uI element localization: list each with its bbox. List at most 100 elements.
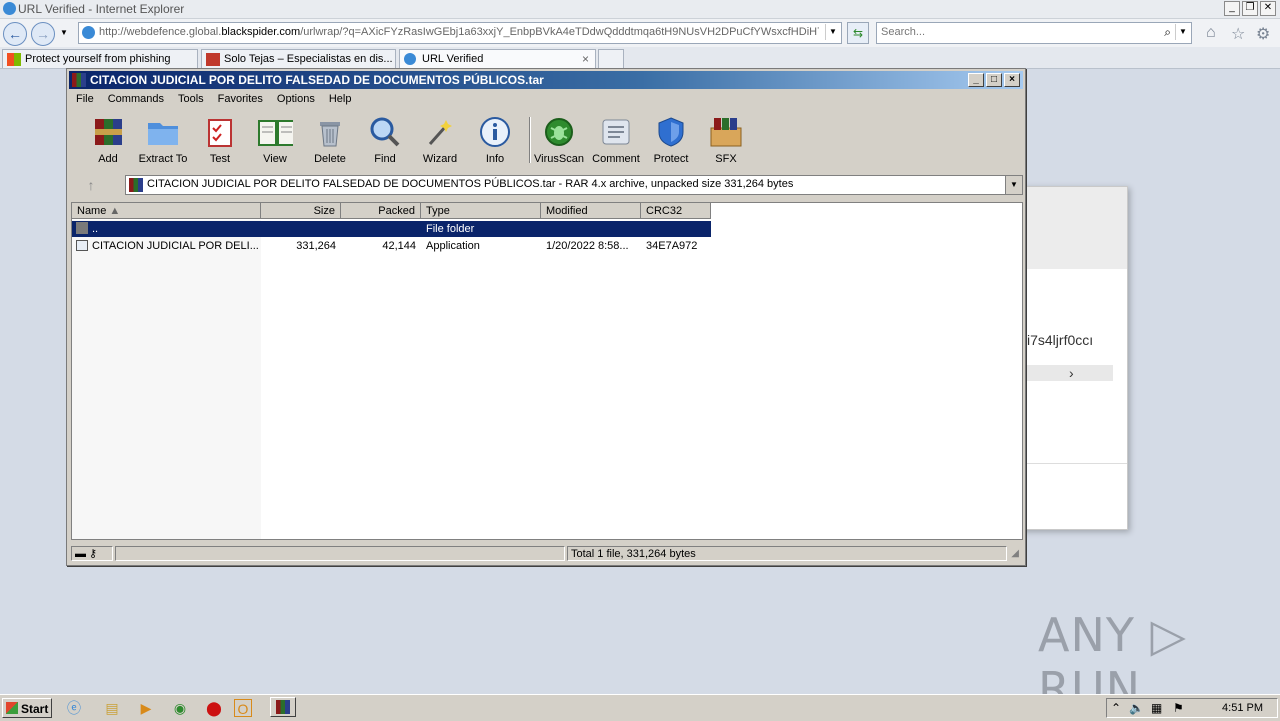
- resize-grip-icon[interactable]: ◢: [1011, 548, 1019, 559]
- minimize-button[interactable]: _: [1224, 1, 1240, 16]
- table-row[interactable]: CITACION JUDICIAL POR DELI... 331,264 42…: [72, 238, 711, 254]
- recent-pages-dropdown-icon[interactable]: ▼: [60, 28, 68, 37]
- flag-icon[interactable]: ⚑: [1173, 701, 1184, 715]
- delete-button[interactable]: Delete: [303, 115, 357, 165]
- opera-taskbar-icon[interactable]: ⬤: [204, 699, 224, 717]
- menu-bar: File Commands Tools Favorites Options He…: [69, 90, 358, 108]
- site-favicon-icon: [206, 53, 220, 66]
- divider: [1027, 463, 1127, 464]
- menu-commands[interactable]: Commands: [101, 90, 171, 108]
- ie-taskbar-icon[interactable]: ⓔ: [64, 699, 84, 717]
- clock[interactable]: 4:51 PM: [1222, 702, 1263, 714]
- winrar-icon: [276, 700, 290, 714]
- gear-icon[interactable]: ⚙: [1256, 24, 1270, 44]
- start-button[interactable]: Start: [2, 698, 52, 718]
- column-size[interactable]: Size: [261, 203, 341, 219]
- back-button[interactable]: ←: [3, 22, 27, 46]
- info-button[interactable]: Info: [468, 115, 522, 165]
- test-button[interactable]: Test: [193, 115, 247, 165]
- tab-label: Protect yourself from phishing: [25, 53, 171, 65]
- menu-options[interactable]: Options: [270, 90, 322, 108]
- app-taskbar-icon[interactable]: O: [234, 699, 252, 717]
- winrar-icon: [72, 73, 86, 87]
- favorites-star-icon[interactable]: ☆: [1231, 24, 1245, 44]
- status-summary: Total 1 file, 331,264 bytes: [567, 546, 1007, 561]
- menu-tools[interactable]: Tools: [171, 90, 211, 108]
- volume-icon[interactable]: 🔈: [1129, 701, 1144, 715]
- wand-icon: [422, 115, 458, 149]
- sfx-button[interactable]: SFX: [699, 115, 753, 165]
- refresh-button[interactable]: ⇆: [847, 22, 869, 44]
- winrar-titlebar: CITACION JUDICIAL POR DELITO FALSEDAD DE…: [69, 71, 1023, 89]
- search-input[interactable]: Search... ⌕ ▼: [876, 22, 1192, 44]
- wizard-button[interactable]: Wizard: [413, 115, 467, 165]
- protect-button[interactable]: Protect: [644, 115, 698, 165]
- row-modified-cell: 1/20/2022 8:58...: [546, 240, 629, 252]
- column-packed[interactable]: Packed: [341, 203, 421, 219]
- network-icon[interactable]: ▦: [1151, 701, 1162, 715]
- table-row[interactable]: .. File folder: [72, 221, 711, 237]
- path-text: CITACION JUDICIAL POR DELITO FALSEDAD DE…: [147, 178, 794, 190]
- column-name[interactable]: Name ▲: [72, 203, 261, 219]
- row-packed-cell: [341, 221, 421, 237]
- parent-folder-icon: [76, 222, 88, 234]
- extract-to-button[interactable]: Extract To: [136, 115, 190, 165]
- row-crc-cell: [641, 221, 711, 237]
- row-name-cell: ..: [72, 221, 261, 237]
- list-header: Name ▲ Size Packed Type Modified CRC32: [72, 203, 711, 219]
- menu-file[interactable]: File: [69, 90, 101, 108]
- address-url[interactable]: http://webdefence.global.blackspider.com…: [99, 26, 819, 38]
- ie-window-controls: _ ❐ ✕: [1224, 1, 1276, 16]
- row-type-cell: Application: [426, 240, 480, 252]
- checklist-icon: [202, 115, 238, 149]
- ie-titlebar: URL Verified - Internet Explorer _ ❐ ✕: [0, 0, 1280, 19]
- search-dropdown-icon[interactable]: ▼: [1175, 24, 1190, 40]
- home-icon[interactable]: ⌂: [1206, 24, 1216, 42]
- column-type[interactable]: Type: [421, 203, 541, 219]
- tab-phishing[interactable]: Protect yourself from phishing: [2, 49, 198, 68]
- chevron-down-icon[interactable]: ▼: [1005, 176, 1022, 194]
- column-crc32[interactable]: CRC32: [641, 203, 711, 219]
- row-packed-cell: 42,144: [382, 240, 416, 252]
- restore-button[interactable]: ❐: [1242, 1, 1258, 16]
- up-folder-button[interactable]: ↑: [79, 176, 103, 194]
- add-button[interactable]: Add: [81, 115, 135, 165]
- chevron-right-icon[interactable]: ›: [1069, 365, 1074, 381]
- view-button[interactable]: View: [248, 115, 302, 165]
- tray-expand-icon[interactable]: ⌃: [1111, 701, 1121, 715]
- tab-solo-tejas[interactable]: Solo Tejas – Especialistas en dis...: [201, 49, 396, 68]
- menu-help[interactable]: Help: [322, 90, 359, 108]
- path-combobox[interactable]: CITACION JUDICIAL POR DELITO FALSEDAD DE…: [125, 175, 1023, 195]
- menu-favorites[interactable]: Favorites: [211, 90, 270, 108]
- chrome-taskbar-icon[interactable]: ◉: [170, 699, 190, 717]
- drive-key-icon[interactable]: ▬ ⚷: [71, 546, 113, 561]
- name-column-shade: [72, 220, 261, 539]
- comment-button[interactable]: Comment: [589, 115, 643, 165]
- ie-favicon-icon: [404, 53, 416, 65]
- minimize-button[interactable]: _: [968, 73, 984, 87]
- maximize-button[interactable]: □: [986, 73, 1002, 87]
- status-left-pane: [115, 546, 565, 561]
- forward-button[interactable]: →: [31, 22, 55, 46]
- book-icon: [257, 115, 293, 149]
- new-tab-button[interactable]: [598, 49, 624, 68]
- explorer-taskbar-icon[interactable]: ▤: [102, 699, 122, 717]
- column-modified[interactable]: Modified: [541, 203, 641, 219]
- bug-icon: [541, 115, 577, 149]
- close-button[interactable]: ×: [1004, 73, 1020, 87]
- close-button[interactable]: ✕: [1260, 1, 1276, 16]
- find-button[interactable]: Find: [358, 115, 412, 165]
- file-list[interactable]: Name ▲ Size Packed Type Modified CRC32 .…: [71, 202, 1023, 540]
- toolbar-separator: [529, 117, 531, 163]
- address-bar[interactable]: http://webdefence.global.blackspider.com…: [78, 22, 842, 44]
- winrar-taskbar-button[interactable]: [270, 697, 296, 717]
- virusscan-button[interactable]: VirusScan: [532, 115, 586, 165]
- media-player-taskbar-icon[interactable]: ▶: [136, 699, 156, 717]
- tab-url-verified[interactable]: URL Verified ×: [399, 49, 596, 68]
- close-tab-icon[interactable]: ×: [582, 50, 589, 68]
- ie-logo-icon: [3, 2, 16, 15]
- status-bar: ▬ ⚷ Total 1 file, 331,264 bytes ◢: [71, 545, 1021, 563]
- search-icon[interactable]: ⌕: [1164, 25, 1171, 40]
- address-dropdown-icon[interactable]: ▼: [825, 24, 840, 40]
- tab-label: URL Verified: [422, 53, 484, 65]
